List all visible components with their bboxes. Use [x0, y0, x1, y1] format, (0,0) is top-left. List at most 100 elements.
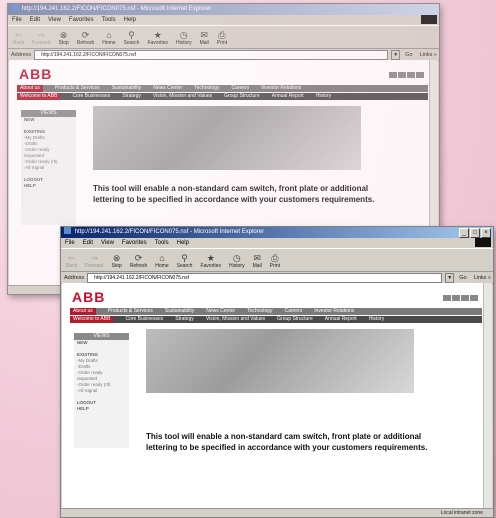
flag-icon[interactable] — [470, 295, 478, 301]
address-dropdown-icon[interactable]: ▼ — [445, 272, 455, 283]
links-button[interactable]: Links » — [472, 275, 493, 281]
print-button[interactable]: ⎙ Print — [217, 30, 227, 48]
nav-item[interactable]: News Center — [206, 308, 235, 315]
menu-favorites[interactable]: Favorites — [122, 238, 147, 248]
subnav-item[interactable]: Group Structure — [277, 316, 313, 323]
menu-file[interactable]: File — [65, 238, 75, 248]
flag-icon[interactable] — [407, 72, 415, 78]
toolbar-label: Forward — [85, 263, 104, 269]
views-item[interactable]: NEW — [21, 117, 76, 123]
toolbar-label: Refresh — [129, 263, 148, 269]
subnav-item[interactable]: Strategy — [122, 93, 141, 100]
nav-item[interactable]: Investor Relations — [261, 85, 301, 92]
back-button[interactable]: ⇐ Back — [13, 30, 24, 48]
nav-item[interactable]: Products & Services — [55, 85, 100, 92]
subnav-item[interactable]: Strategy — [175, 316, 194, 323]
subnav-item[interactable]: Vision, Mission and Values — [206, 316, 265, 323]
address-input[interactable]: http://194.241.162.2/FICON/FICON075.nsf — [87, 272, 443, 283]
subnav-item[interactable]: Annual Report — [272, 93, 304, 100]
history-button[interactable]: ◷ History — [229, 253, 245, 271]
flag-icon[interactable] — [416, 72, 424, 78]
nav-item[interactable]: About us — [70, 308, 96, 315]
subnav-item[interactable]: Core Businesses — [72, 93, 110, 100]
nav-item[interactable]: Products & Services — [108, 308, 153, 315]
flag-icon[interactable] — [452, 295, 460, 301]
mail-button[interactable]: ✉ Mail — [253, 253, 262, 271]
stop-button[interactable]: ⊗ Stop — [111, 253, 121, 271]
menu-favorites[interactable]: Favorites — [69, 15, 94, 25]
print-icon: ⎙ — [271, 253, 279, 263]
page-description: This tool will enable a non-standard cam… — [93, 184, 375, 204]
menu-tools[interactable]: Tools — [102, 15, 116, 25]
forward-button[interactable]: ⇒ Forward — [85, 253, 103, 271]
back-arrow-icon: ⇐ — [67, 253, 76, 263]
favorites-button[interactable]: ★ Favorites — [200, 253, 221, 271]
refresh-button[interactable]: ⟳ Refresh — [130, 253, 148, 271]
mail-button[interactable]: ✉ Mail — [200, 30, 209, 48]
views-title: VIEWS — [74, 333, 129, 340]
refresh-button[interactable]: ⟳ Refresh — [77, 30, 95, 48]
search-button[interactable]: ⚲ Search — [177, 253, 193, 271]
go-button[interactable]: Go — [403, 52, 414, 58]
menu-file[interactable]: File — [12, 15, 22, 25]
close-button[interactable]: × — [481, 228, 491, 238]
menu-tools[interactable]: Tools — [155, 238, 169, 248]
status-zone: Local intranet zone — [440, 510, 483, 516]
subnav-item[interactable]: Group Structure — [224, 93, 260, 100]
nav-item[interactable]: Sustainability — [165, 308, 194, 315]
flag-icon[interactable] — [389, 72, 397, 78]
stop-button[interactable]: ⊗ Stop — [58, 30, 68, 48]
toolbar-label: Mail — [199, 40, 209, 46]
nav-item[interactable]: About us — [17, 85, 43, 92]
subnav-item[interactable]: Annual Report — [325, 316, 357, 323]
menu-help[interactable]: Help — [177, 238, 189, 248]
nav-item[interactable]: Technology — [194, 85, 219, 92]
minimize-button[interactable]: _ — [459, 228, 469, 238]
history-icon: ◷ — [179, 30, 188, 40]
go-button[interactable]: Go — [457, 275, 468, 281]
back-button[interactable]: ⇐ Back — [66, 253, 77, 271]
views-item[interactable]: NEW — [74, 340, 129, 346]
subnav-item[interactable]: Welcome to ABB — [17, 93, 61, 100]
subnav-item[interactable]: Core Businesses — [125, 316, 163, 323]
subnav-item[interactable]: History — [369, 316, 385, 323]
abb-logo[interactable]: ABB — [19, 66, 52, 82]
forward-button[interactable]: ⇒ Forward — [32, 30, 50, 48]
maximize-button[interactable]: □ — [470, 228, 480, 238]
nav-item[interactable]: Technology — [247, 308, 272, 315]
print-button[interactable]: ⎙ Print — [270, 253, 280, 271]
home-button[interactable]: ⌂ Home — [102, 30, 115, 48]
nav-item[interactable]: Careers — [231, 85, 249, 92]
menu-edit[interactable]: Edit — [83, 238, 93, 248]
views-item[interactable]: HELP — [21, 183, 76, 189]
views-item[interactable]: HELP — [74, 406, 129, 412]
address-dropdown-icon[interactable]: ▼ — [391, 49, 401, 60]
home-button[interactable]: ⌂ Home — [155, 253, 168, 271]
history-button[interactable]: ◷ History — [176, 30, 192, 48]
flag-icon[interactable] — [398, 72, 406, 78]
vertical-scrollbar[interactable] — [483, 283, 492, 508]
favorites-button[interactable]: ★ Favorites — [147, 30, 168, 48]
subnav-item[interactable]: Vision, Mission and Values — [153, 93, 212, 100]
address-input[interactable]: http://194.241.162.2/FICON/FICON075.nsf — [34, 49, 389, 60]
menu-help[interactable]: Help — [124, 15, 136, 25]
menu-view[interactable]: View — [101, 238, 114, 248]
search-button[interactable]: ⚲ Search — [124, 30, 140, 48]
flag-icon[interactable] — [461, 295, 469, 301]
views-item[interactable]: -All Signal — [21, 165, 76, 171]
browser-window-foreground[interactable]: http://194.241.162.2/FICON/FICON075.nsf … — [60, 226, 494, 518]
views-item[interactable]: -All Signal — [74, 388, 129, 394]
menu-view[interactable]: View — [48, 15, 61, 25]
subnav-item[interactable]: Welcome to ABB — [70, 316, 114, 323]
favorites-icon: ★ — [153, 30, 162, 40]
nav-item[interactable]: Investor Relations — [314, 308, 354, 315]
menu-edit[interactable]: Edit — [30, 15, 40, 25]
subnav-item[interactable]: History — [316, 93, 332, 100]
abb-logo[interactable]: ABB — [72, 289, 105, 305]
nav-item[interactable]: Careers — [284, 308, 302, 315]
search-icon: ⚲ — [128, 30, 135, 40]
nav-item[interactable]: News Center — [153, 85, 182, 92]
flag-icon[interactable] — [443, 295, 451, 301]
nav-item[interactable]: Sustainability — [112, 85, 141, 92]
links-button[interactable]: Links » — [418, 52, 439, 58]
